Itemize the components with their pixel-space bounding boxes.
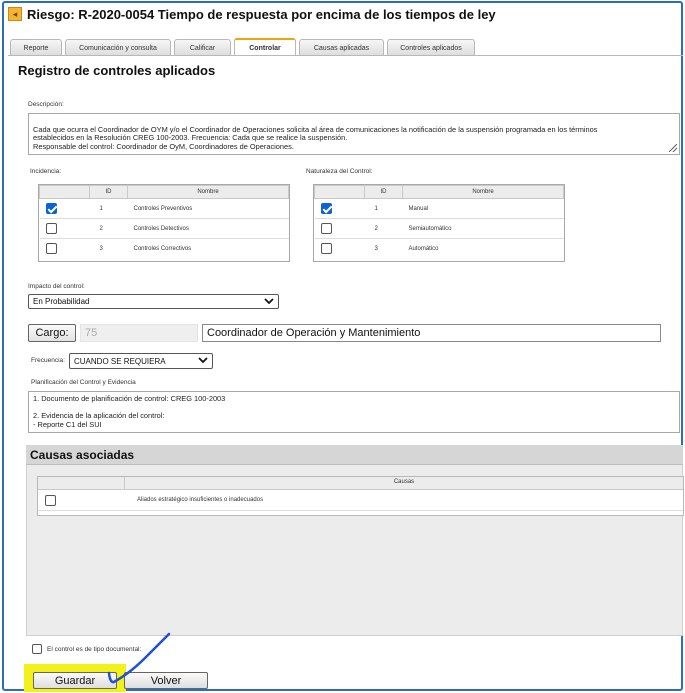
frecuencia-value: CUANDO SE REQUIERA xyxy=(74,356,166,366)
tab-calificar[interactable]: Calificar xyxy=(174,39,231,56)
table-row: 1 Manual xyxy=(314,198,564,219)
page-title: Riesgo: R-2020-0054 Tiempo de respuesta … xyxy=(27,6,496,22)
row-nombre: Controles Correctivos xyxy=(133,245,192,252)
col-nombre: Nombre xyxy=(127,185,289,199)
naturaleza-checkbox-2[interactable] xyxy=(320,223,332,234)
tab-causas-aplicadas[interactable]: Causas aplicadas xyxy=(299,39,384,56)
incidencia-checkbox-1[interactable] xyxy=(45,203,57,214)
cargo-id-field: 75 xyxy=(80,324,198,342)
documental-checkbox[interactable] xyxy=(32,644,42,654)
row-id: 2 xyxy=(364,218,403,239)
causa-text: Aliados estratégico insuficientes o inad… xyxy=(137,497,264,503)
naturaleza-checkbox-3[interactable] xyxy=(320,243,332,255)
back-arrow-icon[interactable]: ◂ xyxy=(8,7,22,21)
table-row: 1 Controles Preventivos xyxy=(39,198,289,219)
naturaleza-grid: ID Nombre 1 Manual 2 Semiautomático 3 Au… xyxy=(313,184,565,262)
causa-checkbox-1[interactable] xyxy=(45,495,56,506)
descripcion-label: Descripción: xyxy=(28,101,64,108)
cargo-name-field[interactable]: Coordinador de Operación y Mantenimiento xyxy=(202,324,661,342)
table-row: 2 Semiautomático xyxy=(314,218,564,239)
chevron-down-icon xyxy=(198,356,208,364)
chevron-down-icon xyxy=(264,297,274,305)
row-nombre: Controles Preventivos xyxy=(127,198,289,219)
incidencia-checkbox-2[interactable] xyxy=(45,223,57,234)
incidencia-label: Incidencia: xyxy=(30,168,62,175)
naturaleza-checkbox-1[interactable] xyxy=(320,203,332,214)
table-row: 3 Automático xyxy=(315,239,564,259)
tab-controles-aplicados[interactable]: Controles aplicados xyxy=(387,39,475,56)
planificacion-label: Planificación del Control y Evidencia xyxy=(31,379,136,386)
tab-bar: Reporte Comunicación y consulta Califica… xyxy=(10,38,478,56)
row-nombre: Semiautomático xyxy=(402,218,564,239)
frecuencia-select[interactable]: CUANDO SE REQUIERA xyxy=(69,353,213,369)
cargo-button[interactable]: Cargo: xyxy=(28,324,76,342)
row-nombre: Automático xyxy=(408,245,439,252)
row-id: 2 xyxy=(89,218,128,239)
tab-comunicacion[interactable]: Comunicación y consulta xyxy=(65,39,171,56)
causas-title: Causas asociadas xyxy=(30,448,135,462)
tab-reporte[interactable]: Reporte xyxy=(10,39,62,56)
causas-panel xyxy=(26,445,683,636)
resize-handle-icon[interactable] xyxy=(669,144,677,152)
row-nombre: Manual xyxy=(402,198,564,219)
tab-controlar[interactable]: Controlar xyxy=(234,38,296,56)
col-check xyxy=(314,185,365,199)
planificacion-textarea[interactable]: 1. Documento de planificación de control… xyxy=(28,391,680,433)
causas-grid-header: Causas xyxy=(38,477,683,490)
row-nombre: Controles Detectivos xyxy=(127,218,289,239)
naturaleza-label: Naturaleza del Control: xyxy=(306,168,373,175)
row-id: 3 xyxy=(374,245,378,252)
section-title: Registro de controles aplicados xyxy=(18,63,216,78)
header: ◂ Riesgo: R-2020-0054 Tiempo de respuest… xyxy=(8,5,496,23)
row-id: 3 xyxy=(99,245,103,252)
tab-divider xyxy=(8,55,683,56)
col-check xyxy=(39,185,90,199)
table-row: Aliados estratégico insuficientes o inad… xyxy=(38,491,683,511)
row-id: 1 xyxy=(364,198,403,219)
descripcion-text: Cada que ocurra el Coordinador de OYM y/… xyxy=(33,124,598,151)
table-row: 3 Controles Correctivos xyxy=(40,239,289,259)
col-causas: Causas xyxy=(393,479,415,485)
impacto-label: Impacto del control: xyxy=(28,283,85,290)
row-id: 1 xyxy=(89,198,128,219)
col-nombre: Nombre xyxy=(402,185,564,199)
col-id: ID xyxy=(364,185,403,199)
col-id: ID xyxy=(89,185,128,199)
descripcion-textarea[interactable]: Cada que ocurra el Coordinador de OYM y/… xyxy=(28,113,680,155)
causas-header: Causas asociadas xyxy=(26,445,683,465)
incidencia-checkbox-3[interactable] xyxy=(45,243,57,255)
causas-grid: Causas Aliados estratégico insuficientes… xyxy=(37,476,684,516)
frecuencia-label: Frecuencia: xyxy=(31,357,65,364)
incidencia-grid: ID Nombre 1 Controles Preventivos 2 Cont… xyxy=(38,184,290,262)
checkmark-annotation-icon xyxy=(107,632,171,684)
table-row: 2 Controles Detectivos xyxy=(39,218,289,239)
impacto-value: En Probabilidad xyxy=(33,297,90,306)
impacto-select[interactable]: En Probabilidad xyxy=(28,294,279,309)
